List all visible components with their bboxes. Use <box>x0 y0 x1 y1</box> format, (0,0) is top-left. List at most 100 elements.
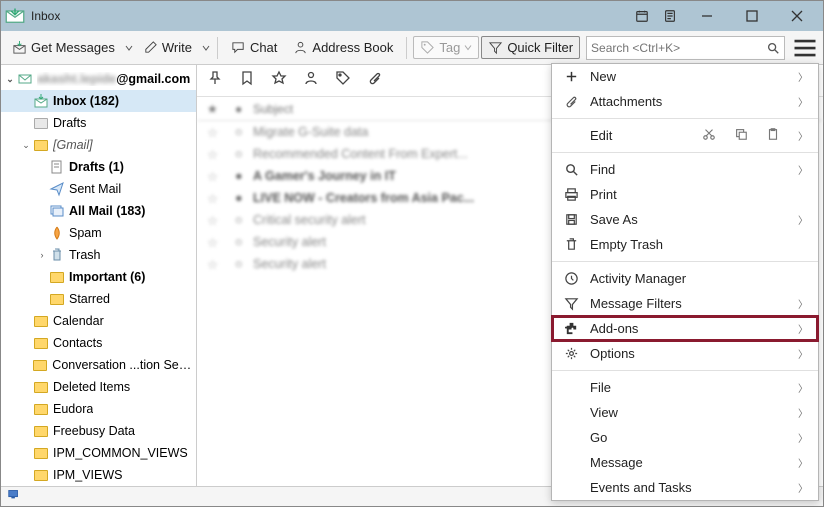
twisty-icon[interactable]: ⌄ <box>19 140 33 151</box>
contact-icon[interactable] <box>303 70 319 91</box>
address-book-button[interactable]: Address Book <box>286 36 400 59</box>
pin-icon[interactable] <box>207 70 223 91</box>
app-menu: New〉 Attachments〉 Edit 〉 Find〉 Print Sav… <box>551 63 819 501</box>
folder-label: Drafts (1) <box>69 160 124 174</box>
folder-label: Contacts <box>53 336 102 350</box>
main-toolbar: Get Messages Write Chat Address Book Tag… <box>1 31 823 65</box>
menu-message[interactable]: Message〉 <box>552 450 818 475</box>
tag-label: Tag <box>439 40 460 55</box>
search-box[interactable] <box>586 36 785 60</box>
close-button[interactable] <box>774 1 819 31</box>
addons-icon <box>562 321 580 336</box>
address-book-label: Address Book <box>312 40 393 55</box>
folder-label: Sent Mail <box>69 182 121 196</box>
get-messages-dropdown[interactable] <box>124 44 134 52</box>
folder-item[interactable]: ⌄[Gmail] <box>1 134 196 156</box>
folder-icon <box>33 313 49 329</box>
folder-icon <box>33 401 49 417</box>
twisty-icon[interactable]: › <box>35 250 49 260</box>
copy-icon[interactable] <box>734 127 748 144</box>
folder-icon <box>49 181 65 197</box>
folder-label: Drafts <box>53 116 86 130</box>
folder-item[interactable]: IPM_VIEWS <box>1 464 196 486</box>
folder-item[interactable]: Freebusy Data <box>1 420 196 442</box>
attachment-icon[interactable] <box>367 70 383 91</box>
tag-icon[interactable] <box>335 70 351 91</box>
search-input[interactable] <box>591 41 766 55</box>
menu-activity-manager[interactable]: Activity Manager <box>552 266 818 291</box>
folder-item[interactable]: Drafts <box>1 112 196 134</box>
calendar-icon[interactable] <box>628 1 656 31</box>
folder-item[interactable]: › Trash <box>1 244 196 266</box>
menu-message-filters[interactable]: Message Filters〉 <box>552 291 818 316</box>
folder-item[interactable]: Drafts (1) <box>1 156 196 178</box>
chat-button[interactable]: Chat <box>224 36 284 59</box>
menu-find[interactable]: Find〉 <box>552 157 818 182</box>
menu-view[interactable]: View〉 <box>552 400 818 425</box>
menu-edit[interactable]: Edit 〉 <box>552 123 818 148</box>
maximize-button[interactable] <box>729 1 774 31</box>
account-label: akasht.lepide@gmail.com <box>37 72 190 86</box>
search-icon <box>562 162 580 177</box>
folder-tree: ⌄ akasht.lepide@gmail.com Inbox (182) Dra… <box>1 65 196 486</box>
tag-button[interactable]: Tag <box>413 36 479 59</box>
folder-item[interactable]: Important (6) <box>1 266 196 288</box>
get-messages-label: Get Messages <box>31 40 115 55</box>
star-icon[interactable] <box>271 70 287 91</box>
app-menu-button[interactable] <box>791 35 819 61</box>
folder-item[interactable]: IPM_COMMON_VIEWS <box>1 442 196 464</box>
folder-label: IPM_COMMON_VIEWS <box>53 446 188 460</box>
folder-item[interactable]: Starred <box>1 288 196 310</box>
folder-item[interactable]: Spam <box>1 222 196 244</box>
menu-file[interactable]: File〉 <box>552 375 818 400</box>
minimize-button[interactable] <box>684 1 729 31</box>
quick-filter-button[interactable]: Quick Filter <box>481 36 580 59</box>
folder-item[interactable]: Eudora <box>1 398 196 420</box>
menu-go[interactable]: Go〉 <box>552 425 818 450</box>
paste-icon[interactable] <box>766 127 780 144</box>
paperclip-icon <box>562 94 580 109</box>
menu-print[interactable]: Print <box>552 182 818 207</box>
menu-events-tasks[interactable]: Events and Tasks〉 <box>552 475 818 500</box>
menu-empty-trash[interactable]: Empty Trash <box>552 232 818 257</box>
folder-icon <box>49 159 65 175</box>
folder-icon <box>33 379 49 395</box>
quick-filter-label: Quick Filter <box>507 40 573 55</box>
menu-separator <box>552 261 818 262</box>
menu-options[interactable]: Options〉 <box>552 341 818 366</box>
print-icon <box>562 187 580 202</box>
get-messages-button[interactable]: Get Messages <box>5 36 122 59</box>
folder-sidebar: ⌄ akasht.lepide@gmail.com Inbox (182) Dra… <box>1 65 197 486</box>
folder-icon <box>33 93 49 109</box>
filter-icon <box>562 296 580 311</box>
cut-icon[interactable] <box>702 127 716 144</box>
folder-icon <box>49 291 65 307</box>
menu-attachments[interactable]: Attachments〉 <box>552 89 818 114</box>
folder-item[interactable]: Deleted Items <box>1 376 196 398</box>
gear-icon <box>562 346 580 361</box>
folder-item[interactable]: Sent Mail <box>1 178 196 200</box>
window-title: Inbox <box>31 9 60 23</box>
search-icon <box>766 41 780 55</box>
folder-label: Starred <box>69 292 110 306</box>
twisty-icon[interactable]: ⌄ <box>3 74 17 85</box>
menu-separator <box>552 370 818 371</box>
folder-item[interactable]: Calendar <box>1 310 196 332</box>
plus-icon <box>562 69 580 84</box>
online-icon[interactable] <box>7 487 21 506</box>
folder-item[interactable]: Inbox (182) <box>1 90 196 112</box>
tasks-icon[interactable] <box>656 1 684 31</box>
folder-label: Trash <box>69 248 101 262</box>
write-dropdown[interactable] <box>201 44 211 52</box>
account-row[interactable]: ⌄ akasht.lepide@gmail.com <box>1 68 196 90</box>
folder-label: All Mail (183) <box>69 204 145 218</box>
menu-new[interactable]: New〉 <box>552 64 818 89</box>
folder-item[interactable]: All Mail (183) <box>1 200 196 222</box>
menu-save-as[interactable]: Save As〉 <box>552 207 818 232</box>
folder-item[interactable]: Contacts <box>1 332 196 354</box>
write-button[interactable]: Write <box>136 36 199 59</box>
menu-addons[interactable]: Add-ons〉 <box>552 316 818 341</box>
bookmark-icon[interactable] <box>239 70 255 91</box>
folder-item[interactable]: Conversation ...tion Settin <box>1 354 196 376</box>
folder-icon <box>49 225 65 241</box>
